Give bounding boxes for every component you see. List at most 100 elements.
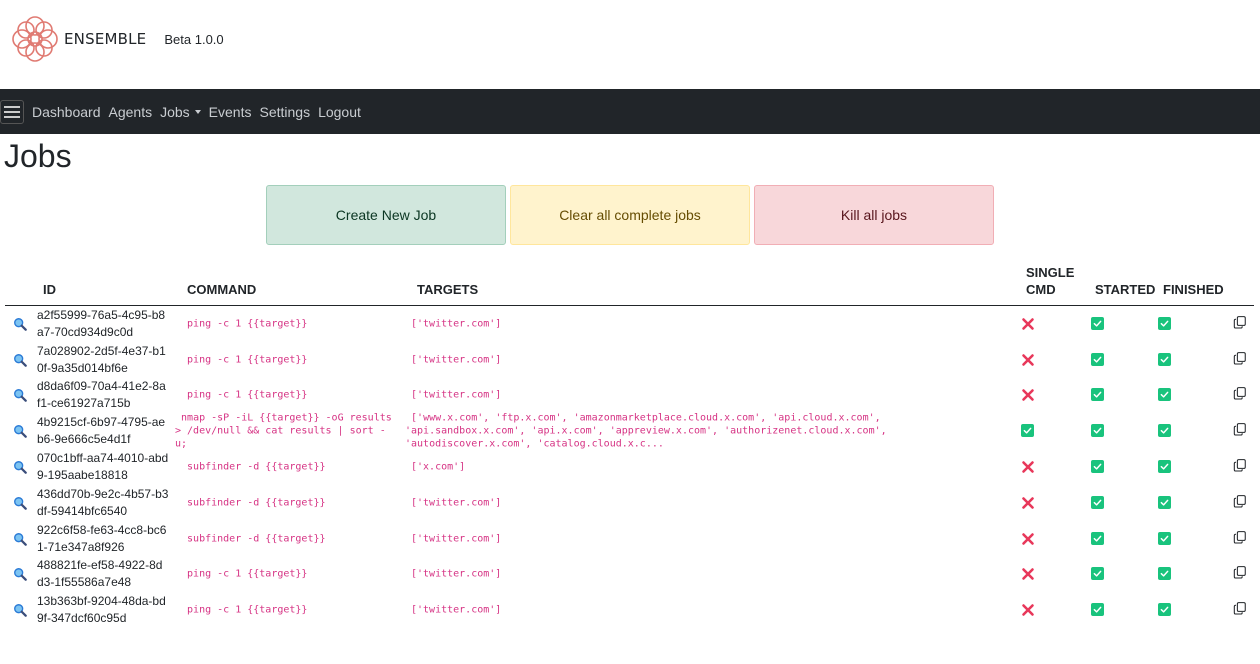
- nav-label: Settings: [259, 103, 311, 120]
- job-actions: Create New Job Clear all complete jobs K…: [266, 185, 994, 245]
- copy-icon[interactable]: [1233, 423, 1247, 437]
- single-cmd-status: [1021, 567, 1035, 581]
- job-targets: ['twitter.com']: [411, 604, 502, 616]
- nav-label: Agents: [108, 103, 153, 120]
- single-cmd-status: [1021, 532, 1035, 546]
- navbar: Dashboard Agents Jobs Events Settings Lo…: [0, 89, 1260, 134]
- create-job-button[interactable]: Create New Job: [266, 185, 506, 245]
- job-id: a2f55999-76a5-4c95-b8a7-70cd934d9c0d: [37, 307, 166, 339]
- started-status: [1091, 603, 1105, 617]
- x-icon: [1022, 568, 1034, 581]
- nav-item-dashboard[interactable]: Dashboard: [32, 104, 101, 120]
- finished-status: [1158, 316, 1172, 331]
- x-icon: [1022, 353, 1034, 366]
- magnifier-icon[interactable]: [13, 317, 27, 331]
- table-row: d8da6f09-70a4-41e2-8af1-ce61927a715b pin…: [5, 378, 1254, 414]
- copy-icon[interactable]: [1233, 387, 1247, 401]
- magnifier-icon[interactable]: [13, 460, 27, 474]
- check-icon: [1158, 495, 1171, 509]
- x-icon: [1022, 461, 1034, 473]
- job-command: ping -c 1 {{target}}: [181, 318, 308, 330]
- check-icon: [1021, 424, 1034, 438]
- check-icon: [1158, 352, 1171, 366]
- check-icon: [1158, 460, 1171, 474]
- job-id: d8da6f09-70a4-41e2-8af1-ce61927a715b: [37, 379, 166, 411]
- copy-icon[interactable]: [1233, 530, 1247, 544]
- copy-icon[interactable]: [1233, 458, 1247, 472]
- job-targets: ['x.com']: [411, 461, 466, 473]
- brand-name: ENSEMBLE: [64, 30, 147, 48]
- hamburger-menu-icon[interactable]: [0, 99, 24, 124]
- job-id: 7a028902-2d5f-4e37-b10f-9a35d014bf6e: [37, 343, 166, 375]
- job-id: 4b9215cf-6b97-4795-aeb6-9e666c5e4d1f: [37, 415, 166, 447]
- x-icon: [1022, 389, 1034, 402]
- jobs-table: ID COMMAND TARGETS SINGLE CMD STARTED FI…: [5, 262, 1254, 628]
- copy-icon[interactable]: [1233, 494, 1247, 508]
- started-status: [1091, 460, 1105, 474]
- nav-label: Jobs: [160, 103, 190, 120]
- job-command: ping -c 1 {{target}}: [181, 389, 308, 401]
- single-cmd-status: [1021, 388, 1035, 402]
- table-row: 436dd70b-9e2c-4b57-b3df-59414bfc6540 sub…: [5, 485, 1254, 521]
- check-icon: [1158, 531, 1171, 545]
- check-icon: [1158, 424, 1171, 438]
- nav-label: Dashboard: [32, 103, 101, 120]
- check-icon: [1091, 603, 1104, 617]
- magnifier-icon[interactable]: [13, 388, 27, 403]
- magnifier-icon[interactable]: [13, 496, 27, 510]
- nav-label: Events: [208, 103, 252, 120]
- magnifier-icon[interactable]: [13, 567, 27, 582]
- copy-icon[interactable]: [1233, 351, 1247, 365]
- copy-icon[interactable]: [1233, 315, 1247, 329]
- single-cmd-status: [1021, 353, 1035, 367]
- job-command: ping -c 1 {{target}}: [181, 604, 308, 616]
- table-row: 488821fe-ef58-4922-8dd3-1f55586a7e48 pin…: [5, 557, 1254, 593]
- nav-item-jobs[interactable]: Jobs: [160, 104, 201, 120]
- table-row: 4b9215cf-6b97-4795-aeb6-9e666c5e4d1f nma…: [5, 413, 1254, 450]
- check-icon: [1091, 567, 1104, 581]
- table-row: 922c6f58-fe63-4cc8-bc61-71e347a8f926 sub…: [5, 521, 1254, 557]
- clear-complete-jobs-button[interactable]: Clear all complete jobs: [510, 185, 750, 245]
- copy-icon[interactable]: [1233, 602, 1247, 616]
- started-status: [1091, 388, 1105, 402]
- check-icon: [1158, 388, 1171, 402]
- brand: ENSEMBLE Beta 1.0.0: [8, 12, 224, 66]
- nav-item-logout[interactable]: Logout: [318, 104, 361, 120]
- started-status: [1091, 352, 1105, 367]
- header-finished: FINISHED: [1163, 282, 1224, 297]
- check-icon: [1091, 460, 1104, 474]
- job-command: subfinder -d {{target}}: [181, 461, 326, 473]
- nav-item-settings[interactable]: Settings: [259, 104, 310, 120]
- copy-icon[interactable]: [1233, 566, 1247, 580]
- job-targets: ['twitter.com']: [411, 354, 502, 366]
- job-command: subfinder -d {{target}}: [181, 497, 326, 509]
- check-icon: [1158, 316, 1171, 330]
- single-cmd-status: [1021, 603, 1035, 617]
- started-status: [1091, 424, 1105, 438]
- magnifier-icon[interactable]: [13, 353, 27, 367]
- finished-status: [1158, 352, 1172, 367]
- header-id: ID: [43, 282, 56, 297]
- check-icon: [1091, 424, 1104, 438]
- magnifier-icon[interactable]: [13, 424, 27, 439]
- job-command: ping -c 1 {{target}}: [181, 568, 308, 580]
- x-icon: [1022, 318, 1034, 330]
- job-command: ping -c 1 {{target}}: [181, 354, 308, 366]
- check-icon: [1091, 316, 1104, 330]
- check-icon: [1091, 531, 1104, 545]
- job-targets: ['twitter.com']: [411, 497, 502, 509]
- nav-item-events[interactable]: Events: [209, 104, 252, 120]
- finished-status: [1158, 531, 1172, 546]
- finished-status: [1158, 495, 1172, 510]
- job-id: 070c1bff-aa74-4010-abd9-195aabe18818: [37, 451, 169, 483]
- finished-status: [1158, 388, 1172, 402]
- check-icon: [1091, 495, 1104, 509]
- single-cmd-status: [1021, 424, 1035, 438]
- check-icon: [1158, 603, 1171, 617]
- finished-status: [1158, 424, 1172, 438]
- nav-item-agents[interactable]: Agents: [109, 104, 153, 120]
- header-single-cmd: SINGLE CMD: [1026, 265, 1075, 297]
- magnifier-icon[interactable]: [13, 532, 27, 546]
- magnifier-icon[interactable]: [13, 603, 27, 618]
- kill-all-jobs-button[interactable]: Kill all jobs: [754, 185, 994, 245]
